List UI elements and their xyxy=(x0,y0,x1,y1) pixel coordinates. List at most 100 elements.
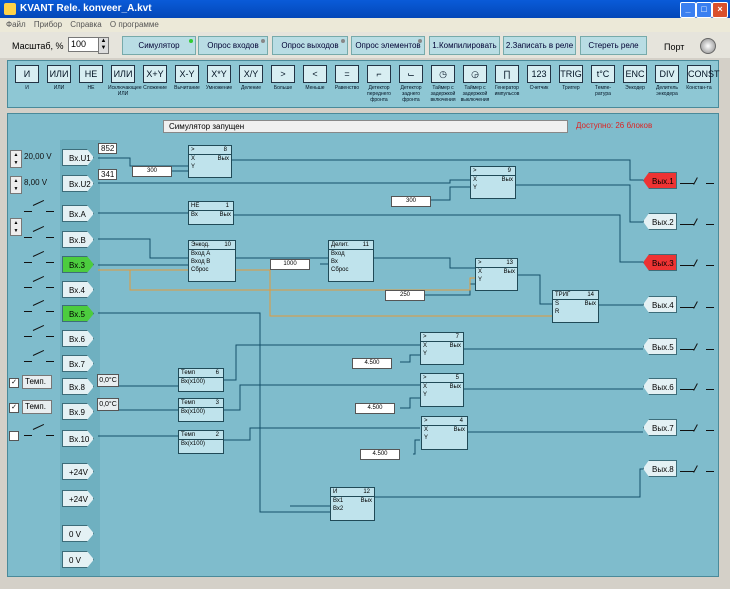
temp-toggle[interactable]: Темп. xyxy=(22,375,52,389)
block-port: Вход xyxy=(331,251,345,257)
switch-icon[interactable] xyxy=(24,299,54,312)
block-port: Вх(х100) xyxy=(181,409,205,415)
constant-box[interactable]: 300 xyxy=(132,166,172,177)
constant-box[interactable]: 1000 xyxy=(270,259,310,270)
input-label: Вх.9 xyxy=(69,408,85,417)
input-label: Вх.U2 xyxy=(69,180,91,189)
output-6[interactable]: Вых.6 xyxy=(643,378,677,395)
output-7[interactable]: Вых.7 xyxy=(643,419,677,436)
output-2[interactable]: Вых.2 xyxy=(643,213,677,230)
output-1[interactable]: Вых.1 xyxy=(643,172,677,189)
block-id: 2 xyxy=(215,432,219,438)
block-port: X xyxy=(424,427,429,433)
power-label: +24V xyxy=(69,495,88,504)
switch-icon[interactable] xyxy=(24,199,54,212)
constant-box[interactable]: 300 xyxy=(391,196,431,207)
digital-spinner[interactable]: ▲ ▼ xyxy=(10,218,22,236)
block-13[interactable]: >13 X Вых Y xyxy=(475,258,518,291)
block-id: 3 xyxy=(215,400,219,406)
block-name: > xyxy=(473,168,477,174)
relay-contact-icon xyxy=(680,176,714,186)
block-14[interactable]: ТРИГ 14 S Вых R xyxy=(552,290,599,323)
output-8[interactable]: Вых.8 xyxy=(643,460,677,477)
input-label: Вх.3 xyxy=(69,261,85,270)
block-1[interactable]: НЕ 1 Вх Вых xyxy=(188,201,234,225)
constant-box[interactable]: 250 xyxy=(385,290,425,301)
input-label: Вх.8 xyxy=(69,383,85,392)
constant-box[interactable]: 4.500 xyxy=(355,403,395,414)
temp-checkbox[interactable] xyxy=(9,431,19,441)
block-port: Y xyxy=(424,435,429,441)
block-port: Y xyxy=(478,277,483,283)
block-port: X xyxy=(423,384,428,390)
block-port: Вх2 xyxy=(333,506,344,512)
relay-contact-icon xyxy=(680,300,714,310)
input-label: Вх.4 xyxy=(69,286,85,295)
block-port: S xyxy=(555,301,560,307)
relay-contact-icon xyxy=(680,217,714,227)
power-label: +24V xyxy=(69,468,88,477)
input-label: Вх.6 xyxy=(69,335,85,344)
switch-icon[interactable] xyxy=(24,250,54,263)
output-4[interactable]: Вых.4 xyxy=(643,296,677,313)
block-name: > xyxy=(424,418,428,424)
switch-icon[interactable] xyxy=(24,225,54,238)
output-5[interactable]: Вых.5 xyxy=(643,338,677,355)
relay-contact-icon xyxy=(680,342,714,352)
constant-box[interactable]: 4.500 xyxy=(360,449,400,460)
block-name: > xyxy=(191,147,195,153)
block-name: Темп xyxy=(181,432,196,438)
block-port: Вход A xyxy=(191,251,211,257)
block-12[interactable]: И 12 Вх1 Вых Вх2 xyxy=(330,487,375,521)
switch-icon[interactable] xyxy=(24,349,54,362)
block-out: Вых xyxy=(449,343,461,349)
switch-icon[interactable] xyxy=(24,423,54,436)
switch-icon[interactable] xyxy=(24,275,54,288)
block-port: Вход B xyxy=(191,259,211,265)
block-name: Темп xyxy=(181,400,196,406)
block-id: 5 xyxy=(455,375,459,381)
temp-checkbox[interactable]: ✓ xyxy=(9,403,19,413)
block-id: 4 xyxy=(459,418,463,424)
block-11[interactable]: Делит. 11 Вход Вх Сброс xyxy=(328,240,374,282)
block-id: 9 xyxy=(507,168,511,174)
block-name: > xyxy=(423,334,427,340)
block-out: Вых xyxy=(584,301,596,307)
block-7[interactable]: >7 X Вых Y xyxy=(420,332,464,365)
u2-spinner[interactable]: ▲ ▼ xyxy=(10,176,22,194)
output-label: Вых.3 xyxy=(652,259,674,268)
block-port: Y xyxy=(423,351,428,357)
block-6[interactable]: Темп 6 Вх(х100) xyxy=(178,368,224,392)
block-port: Сброс xyxy=(331,267,349,273)
u1-spinner[interactable]: ▲ ▼ xyxy=(10,150,22,168)
block-id: 10 xyxy=(224,242,231,248)
block-port: Вх xyxy=(331,259,338,265)
block-port: X xyxy=(191,156,196,162)
u2-value: 8,00 V xyxy=(24,178,48,187)
block-name: > xyxy=(478,260,482,266)
block-10[interactable]: Энкод. 10 Вход A Вход B Сброс xyxy=(188,240,236,282)
temp-value: 0,0°C xyxy=(97,398,119,411)
input-label: Вх.10 xyxy=(69,435,90,444)
block-id: 12 xyxy=(363,489,370,495)
block-name: НЕ xyxy=(191,203,200,209)
block-5[interactable]: >5 X Вых Y xyxy=(420,373,464,407)
block-8[interactable]: >8 X Вых Y xyxy=(188,145,232,178)
switch-icon[interactable] xyxy=(24,324,54,337)
constant-box[interactable]: 4.500 xyxy=(352,358,392,369)
block-out: Вых xyxy=(453,427,465,433)
relay-contact-icon xyxy=(680,258,714,268)
block-name: И xyxy=(333,489,338,495)
block-2[interactable]: Темп 2 Вх(х100) xyxy=(178,430,224,454)
u1-value: 20,00 V xyxy=(24,152,52,161)
block-id: 13 xyxy=(506,260,513,266)
block-9[interactable]: >9 X Вых Y xyxy=(470,166,516,199)
output-3[interactable]: Вых.3 xyxy=(643,254,677,271)
block-4[interactable]: >4 X Вых Y xyxy=(421,416,468,450)
temp-checkbox[interactable]: ✓ xyxy=(9,378,19,388)
input-label: Вх.5 xyxy=(69,310,85,319)
block-3[interactable]: Темп 3 Вх(х100) xyxy=(178,398,224,422)
output-label: Вых.2 xyxy=(652,218,674,227)
temp-toggle[interactable]: Темп. xyxy=(22,400,52,414)
block-name: > xyxy=(423,375,427,381)
